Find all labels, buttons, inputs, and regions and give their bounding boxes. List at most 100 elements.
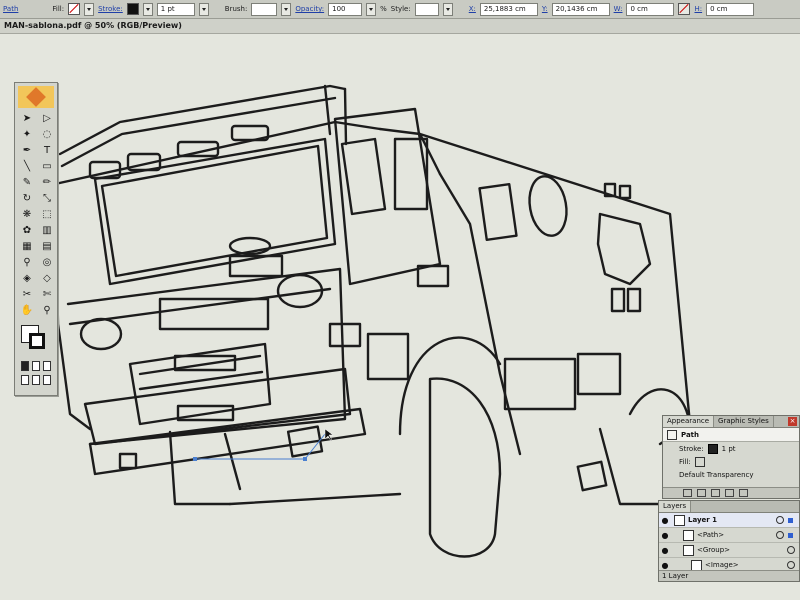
brush-field[interactable] [251, 2, 278, 16]
scissors-tool-icon[interactable]: ✄ [39, 288, 55, 301]
stroke-dropdown-icon[interactable] [142, 2, 153, 16]
type-tool-icon[interactable]: T [39, 144, 55, 157]
y-field[interactable]: 20,1436 cm [551, 2, 610, 16]
layer-row[interactable]: ● <Group> [659, 543, 799, 558]
appearance-object-row[interactable]: Path [663, 428, 799, 442]
color-controls [19, 323, 53, 359]
paintbrush-tool-icon[interactable]: ✎ [19, 176, 35, 189]
scale-tool-icon[interactable]: ⤡ [39, 192, 55, 205]
stroke-color-box[interactable] [29, 333, 45, 349]
h-field[interactable]: 0 cm [706, 2, 755, 16]
clear-appearance-icon[interactable] [697, 489, 706, 497]
h-label[interactable]: H: [694, 5, 702, 13]
appearance-stroke-value: 1 pt [721, 444, 736, 453]
brush-dropdown-icon[interactable] [281, 2, 292, 16]
opacity-unit: % [380, 5, 387, 13]
reduce-basic-appearance-icon[interactable] [711, 489, 720, 497]
stroke-label[interactable]: Stroke: [98, 5, 123, 13]
opacity-dropdown-icon[interactable] [366, 2, 377, 16]
selection-indicator-icon[interactable] [788, 517, 793, 523]
slice-tool-icon[interactable]: ✂ [19, 288, 35, 301]
layers-panel-tabs: Layers [659, 501, 799, 513]
appearance-fill-row[interactable]: Fill: [663, 455, 799, 468]
appearance-stroke-swatch[interactable] [707, 443, 718, 454]
mesh-tool-icon[interactable]: ▦ [19, 240, 35, 253]
screen-mode-menu-icon[interactable] [32, 375, 40, 385]
duplicate-item-icon[interactable] [725, 489, 734, 497]
close-icon[interactable]: × [788, 417, 797, 426]
layers-count: 1 Layer [659, 570, 799, 581]
x-field[interactable]: 25,1883 cm [479, 2, 538, 16]
screen-mode-full-icon[interactable] [43, 375, 51, 385]
visibility-eye-icon[interactable]: ● [659, 561, 671, 570]
rotate-tool-icon[interactable]: ↻ [19, 192, 35, 205]
appearance-transparency: Default Transparency [679, 470, 754, 479]
live-paint-tool-icon[interactable]: ◈ [19, 272, 35, 285]
hand-tool-icon[interactable]: ✋ [19, 304, 35, 317]
w-field[interactable]: 0 cm [626, 2, 675, 16]
layer-row[interactable]: ● Layer 1 [659, 513, 799, 528]
opacity-field[interactable]: 100 [328, 2, 363, 16]
free-transform-tool-icon[interactable]: ⬚ [39, 208, 55, 221]
app-logo-icon [18, 86, 54, 108]
tab-graphic-styles[interactable]: Graphic Styles [714, 416, 774, 427]
fill-dropdown-icon[interactable] [84, 2, 95, 16]
new-art-basic-appearance-icon[interactable] [683, 489, 692, 497]
appearance-stroke-label: Stroke: [679, 444, 704, 453]
blend-tool-icon[interactable]: ◎ [39, 256, 55, 269]
style-label: Style: [390, 5, 411, 13]
selection-indicator-icon[interactable] [788, 532, 793, 538]
fill-swatch[interactable] [68, 3, 81, 15]
x-label[interactable]: X: [469, 5, 476, 13]
selection-type-label[interactable]: Path [0, 5, 18, 13]
target-circle-icon[interactable] [776, 531, 784, 539]
zoom-tool-icon[interactable]: ⚲ [39, 304, 55, 317]
eyedropper-tool-icon[interactable]: ⚲ [19, 256, 35, 269]
appearance-fill-swatch[interactable] [694, 456, 705, 467]
appearance-object-type: Path [681, 430, 699, 439]
w-label[interactable]: W: [614, 5, 623, 13]
lasso-tool-icon[interactable]: ◌ [39, 128, 55, 141]
live-paint-selection-tool-icon[interactable]: ◇ [39, 272, 55, 285]
visibility-eye-icon[interactable]: ● [659, 546, 671, 555]
appearance-transparency-row[interactable]: Default Transparency [663, 468, 799, 481]
brush-label: Brush: [224, 5, 248, 13]
target-circle-icon[interactable] [776, 516, 784, 524]
document-tab[interactable]: MAN-sablona.pdf @ 50% (RGB/Preview) [0, 19, 800, 34]
color-mode-icon[interactable] [21, 361, 29, 371]
target-circle-icon[interactable] [787, 561, 795, 569]
constrain-proportions-icon[interactable] [678, 3, 691, 15]
none-mode-icon[interactable] [43, 361, 51, 371]
pencil-tool-icon[interactable]: ✏ [39, 176, 55, 189]
magic-wand-tool-icon[interactable]: ✦ [19, 128, 35, 141]
stroke-weight-dropdown-icon[interactable] [198, 2, 209, 16]
rectangle-tool-icon[interactable]: ▭ [39, 160, 55, 173]
selection-tool-icon[interactable]: ➤ [19, 112, 35, 125]
symbol-sprayer-tool-icon[interactable]: ✿ [19, 224, 35, 237]
column-graph-tool-icon[interactable]: ▥ [39, 224, 55, 237]
tool-grid: ➤ ▷ ✦ ◌ ✒ T ╲ ▭ ✎ ✏ ↻ ⤡ ❋ ⬚ ✿ ▥ ▦ ▤ ⚲ ◎ ◈ ◇ ✂ ✄ ✋ ⚲ [15, 112, 57, 317]
target-circle-icon[interactable] [787, 546, 795, 554]
tab-layers[interactable]: Layers [659, 501, 692, 512]
delete-item-icon[interactable] [739, 489, 748, 497]
appearance-stroke-row[interactable]: Stroke: 1 pt [663, 442, 799, 455]
stroke-weight-field[interactable]: 1 pt [156, 2, 195, 16]
style-dropdown-icon[interactable] [442, 2, 453, 16]
y-label[interactable]: Y: [542, 5, 548, 13]
visibility-eye-icon[interactable]: ● [659, 516, 671, 525]
visibility-eye-icon[interactable]: ● [659, 531, 671, 540]
direct-selection-tool-icon[interactable]: ▷ [39, 112, 55, 125]
stroke-swatch[interactable] [126, 3, 139, 15]
gradient-tool-icon[interactable]: ▤ [39, 240, 55, 253]
layer-thumbnail [674, 514, 685, 526]
gradient-mode-icon[interactable] [32, 361, 40, 371]
warp-tool-icon[interactable]: ❋ [19, 208, 35, 221]
opacity-label[interactable]: Opacity: [295, 5, 324, 13]
line-tool-icon[interactable]: ╲ [19, 160, 35, 173]
tab-appearance[interactable]: Appearance [663, 416, 715, 427]
screen-mode-standard-icon[interactable] [21, 375, 29, 385]
appearance-panel-tabs: Appearance Graphic Styles × [663, 416, 799, 428]
layer-row[interactable]: ● <Path> [659, 528, 799, 543]
pen-tool-icon[interactable]: ✒ [19, 144, 35, 157]
style-field[interactable] [414, 2, 439, 16]
